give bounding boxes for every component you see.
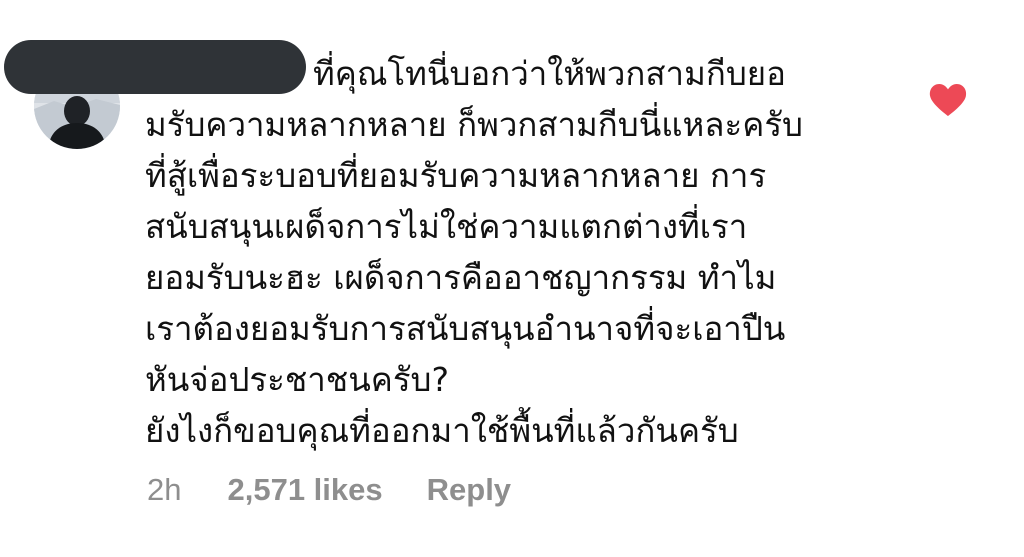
- comment-meta: 2h 2,571 likes Reply: [147, 468, 511, 512]
- comment-text: ที่คุณโทนี่บอกว่าให้พวกสามกีบยอ มรับความ…: [145, 48, 905, 456]
- comment-line: ยังไงก็ขอบคุณที่ออกมาใช้พื้นที่แล้วกันคร…: [145, 411, 739, 450]
- heart-icon: [929, 84, 967, 116]
- comment-line: ที่สู้เพื่อระบอบที่ยอมรับความหลากหลาย กา…: [145, 156, 767, 195]
- comment-line: เราต้องยอมรับการสนับสนุนอำนาจที่จะเอาปืน: [145, 309, 786, 348]
- like-button[interactable]: [928, 82, 968, 118]
- comment-line: มรับความหลากหลาย ก็พวกสามกีบนี่แหละครับ: [145, 105, 804, 144]
- comment-timestamp: 2h: [147, 472, 182, 507]
- comment-line: หันจ่อประชาชนครับ?: [145, 360, 450, 399]
- reply-button[interactable]: Reply: [427, 472, 511, 508]
- comment: ที่คุณโทนี่บอกว่าให้พวกสามกีบยอ มรับความ…: [0, 0, 1024, 557]
- comment-line: สนับสนุนเผด็จการไม่ใช่ความแตกต่างที่เรา: [145, 207, 748, 246]
- comment-line: ยอมรับนะฮะ เผด็จการคืออาชญากรรม ทำไม: [145, 258, 777, 297]
- likes-count[interactable]: 2,571 likes: [227, 472, 382, 508]
- comment-line: ที่คุณโทนี่บอกว่าให้พวกสามกีบยอ: [313, 54, 786, 93]
